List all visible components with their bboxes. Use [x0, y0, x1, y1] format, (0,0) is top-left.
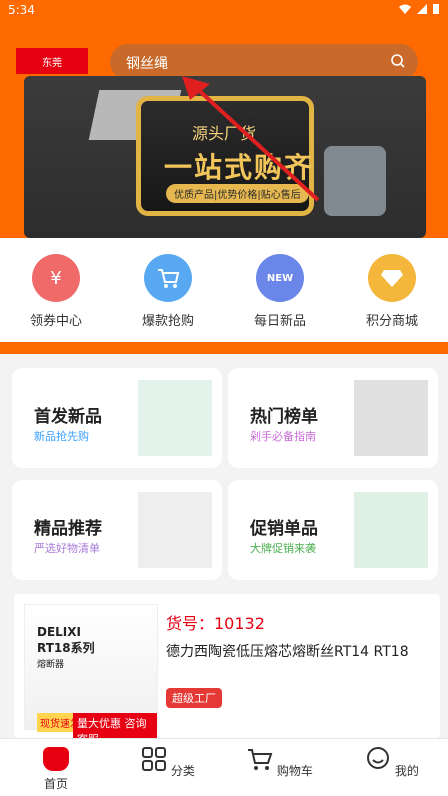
- tab-label: 分类: [170, 764, 195, 778]
- pipe-bender-image: [354, 492, 428, 568]
- tab-categories[interactable]: 分类: [112, 747, 224, 779]
- tab-home[interactable]: 首页: [0, 747, 112, 792]
- search-bar[interactable]: 钢丝绳: [110, 44, 418, 80]
- card-subtitle: 严选好物清单: [34, 542, 100, 555]
- calendar-new-icon: NEW: [256, 254, 304, 302]
- shortcut-hot-deals[interactable]: 爆款抢购: [112, 254, 224, 329]
- product-image-series: DELIXI RT18系列 熔断器: [37, 625, 95, 670]
- card-subtitle: 大牌促销来袭: [250, 542, 316, 555]
- shortcut-label: 每日新品: [253, 314, 306, 329]
- banner-line-3: 优质产品|优势价格|贴心售后: [166, 184, 309, 203]
- socket-set-image: [138, 380, 212, 456]
- product-image: DELIXI RT18系列 熔断器 现货速发 量大优惠 咨询客服: [24, 604, 158, 749]
- shortcut-points-mall[interactable]: 积分商城: [336, 254, 448, 329]
- shortcut-label: 积分商城: [365, 314, 418, 329]
- bottom-tab-bar: 首页 分类 购物车 我的: [0, 738, 448, 796]
- product-code: 货号：10132: [166, 614, 265, 633]
- safe-illustration: [324, 146, 386, 216]
- grid-icon: [142, 747, 167, 771]
- wifi-icon: [399, 4, 411, 14]
- search-text[interactable]: 钢丝绳: [126, 53, 168, 73]
- tab-label: 购物车: [276, 764, 313, 778]
- header-band: 东莞 钢丝绳 源头厂货 一站式购齐 优质产品|优势价格|贴心售后: [0, 22, 448, 238]
- product-badge: 超级工厂: [166, 688, 222, 708]
- card-new-arrivals[interactable]: 首发新品 新品抢先购: [12, 368, 222, 468]
- shortcut-label: 爆款抢购: [141, 314, 194, 329]
- card-title: 精品推荐: [34, 519, 102, 539]
- card-featured[interactable]: 精品推荐 严选好物清单: [12, 480, 222, 580]
- app-logo[interactable]: 东莞: [16, 48, 88, 74]
- search-icon[interactable]: [390, 53, 406, 69]
- tab-label: 首页: [43, 777, 68, 791]
- logo-text: 东莞: [42, 57, 62, 69]
- card-title: 首发新品: [34, 407, 102, 427]
- promo-banner[interactable]: 源头厂货 一站式购齐 优质产品|优势价格|贴心售后: [24, 76, 426, 238]
- tab-profile[interactable]: 我的: [336, 747, 448, 779]
- card-title: 热门榜单: [250, 407, 318, 427]
- card-subtitle: 剁手必备指南: [250, 430, 316, 443]
- banner-line-1: 源头厂货: [192, 124, 257, 143]
- shortcut-daily-new[interactable]: NEW 每日新品: [224, 254, 336, 329]
- card-promotion[interactable]: 促销单品 大牌促销来袭: [228, 480, 438, 580]
- product-card[interactable]: DELIXI RT18系列 熔断器 现货速发 量大优惠 咨询客服 货号：1013…: [14, 594, 440, 749]
- pump-image: [354, 380, 428, 456]
- shortcut-row: ¥ 领券中心 爆款抢购 NEW 每日新品 积分商城: [0, 238, 448, 342]
- shortcut-label: 领券中心: [29, 314, 82, 329]
- cart-icon: [248, 749, 273, 770]
- user-icon: [367, 747, 390, 769]
- shortcut-coupon-center[interactable]: ¥ 领券中心: [0, 254, 112, 329]
- product-name: 德力西陶瓷低压熔芯熔断丝RT14 RT18: [166, 644, 409, 660]
- status-bar: 5:34: [0, 0, 448, 22]
- signal-icon: [417, 4, 427, 14]
- section-divider: [0, 342, 448, 354]
- banner-line-2: 一站式购齐: [164, 151, 315, 184]
- card-hot-list[interactable]: 热门榜单 剁手必备指南: [228, 368, 438, 468]
- tab-label: 我的: [394, 764, 419, 778]
- status-time: 5:34: [8, 3, 35, 17]
- gauge-image: [138, 492, 212, 568]
- tab-cart[interactable]: 购物车: [224, 747, 336, 779]
- card-title: 促销单品: [250, 519, 318, 539]
- home-icon: [43, 747, 69, 771]
- status-icons: [398, 3, 440, 15]
- coupon-icon: ¥: [32, 254, 80, 302]
- card-subtitle: 新品抢先购: [34, 430, 89, 443]
- battery-icon: [433, 4, 439, 14]
- diamond-icon: [368, 254, 416, 302]
- cart-icon: [144, 254, 192, 302]
